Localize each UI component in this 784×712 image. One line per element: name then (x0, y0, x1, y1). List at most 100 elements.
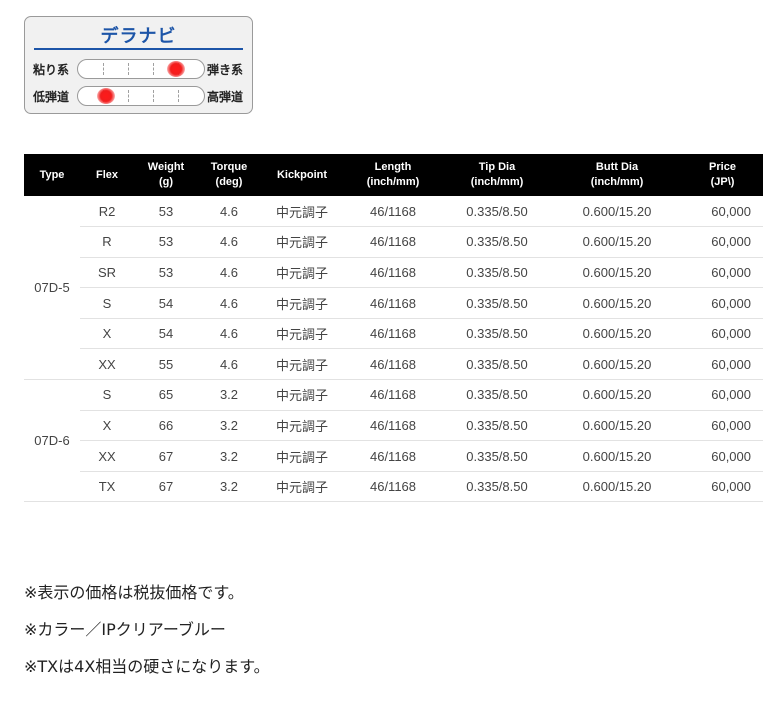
scale-tick (128, 63, 129, 75)
butt-dia-cell: 0.600/15.20 (552, 287, 682, 319)
kickpoint-cell: 中元調子 (260, 379, 344, 411)
table-row: 07D-6 S 65 3.2 中元調子 46/1168 0.335/8.50 0.600/15… (24, 379, 763, 503)
weight-cell: 54 (134, 287, 198, 319)
flex-cell: XX (80, 440, 134, 472)
type-cell: 07D-5 (24, 196, 80, 381)
trajectory-scale-row: 低弾道 高弾道 (25, 85, 252, 107)
torque-cell: 3.2 (198, 410, 260, 442)
trajectory-scale-right-label: 高弾道 (207, 90, 244, 104)
derenavi-divider (34, 48, 243, 50)
length-cell: 46/1168 (344, 196, 442, 228)
kickpoint-cell: 中元調子 (260, 318, 344, 350)
weight-cell: 65 (134, 379, 198, 411)
scale-tick (153, 63, 154, 75)
scale-tick (128, 90, 129, 102)
flex-cell: S (80, 287, 134, 319)
note-color: ※カラー／IPクリアーブルー (24, 620, 226, 639)
header-tip-dia: Tip Dia (inch/mm) (442, 154, 552, 196)
price-cell: 60,000 (682, 440, 763, 472)
header-length-line: (inch/mm) (366, 176, 420, 188)
header-weight-line: (g) (158, 176, 174, 188)
header-tip-dia-line: Tip Dia (478, 161, 516, 173)
header-butt-dia: Butt Dia (inch/mm) (552, 154, 682, 196)
butt-dia-cell: 0.600/15.20 (552, 226, 682, 258)
kickpoint-cell: 中元調子 (260, 226, 344, 258)
length-cell: 46/1168 (344, 379, 442, 411)
tip-dia-cell: 0.335/8.50 (442, 226, 552, 258)
price-cell: 60,000 (682, 257, 763, 289)
tip-dia-cell: 0.335/8.50 (442, 318, 552, 350)
header-price-line: Price (709, 161, 736, 173)
feel-scale-right-label: 弾き系 (207, 63, 244, 77)
weight-cell: 55 (134, 348, 198, 381)
header-torque: Torque (deg) (198, 154, 260, 196)
butt-dia-cell: 0.600/15.20 (552, 318, 682, 350)
weight-cell: 53 (134, 196, 198, 228)
price-cell: 60,000 (682, 379, 763, 411)
table-row: X 54 4.6 中元調子 46/1168 0.335/8.50 0.600/15.20 60… (24, 318, 763, 350)
weight-cell: 67 (134, 471, 198, 503)
weight-cell: 53 (134, 226, 198, 258)
header-weight: Weight (g) (134, 154, 198, 196)
scale-tick (103, 63, 104, 75)
scale-tick (178, 90, 179, 102)
torque-cell: 4.6 (198, 348, 260, 381)
length-cell: 46/1168 (344, 226, 442, 258)
table-row: X 66 3.2 中元調子 46/1168 0.335/8.50 0.600/15.20 60… (24, 410, 763, 442)
weight-cell: 53 (134, 257, 198, 289)
feel-scale-track (77, 59, 205, 79)
scale-tick (153, 90, 154, 102)
butt-dia-cell: 0.600/15.20 (552, 379, 682, 411)
notes: ※表示の価格は税抜価格です。 ※カラー／IPクリアーブルー ※TXは4X相当の硬… (24, 582, 270, 693)
torque-cell: 4.6 (198, 196, 260, 228)
table-row: XX 67 3.2 中元調子 46/1168 0.335/8.50 0.600/15.20 6… (24, 440, 763, 472)
spec-table: Type Flex Weight (g) Torque (deg) Kickpoint Len… (24, 154, 763, 503)
torque-cell: 4.6 (198, 287, 260, 319)
header-butt-dia-line: (inch/mm) (590, 176, 644, 188)
butt-dia-cell: 0.600/15.20 (552, 348, 682, 381)
header-length-line: Length (374, 161, 412, 173)
spec-table-header: Type Flex Weight (g) Torque (deg) Kickpoint Len… (24, 154, 763, 196)
note-tx-stiffness: ※TXは4X相当の硬さになります。 (24, 657, 270, 676)
tip-dia-cell: 0.335/8.50 (442, 410, 552, 442)
flex-cell: X (80, 410, 134, 442)
header-torque-line: Torque (210, 161, 248, 173)
spec-table-body: 07D-5 R2 53 4.6 中元調子 46/1168 0.335/8.50 0.600/1… (24, 196, 763, 503)
price-cell: 60,000 (682, 226, 763, 258)
flex-cell: XX (80, 348, 134, 381)
trajectory-scale-indicator-dot (97, 88, 115, 104)
tip-dia-cell: 0.335/8.50 (442, 287, 552, 319)
kickpoint-cell: 中元調子 (260, 440, 344, 472)
tip-dia-cell: 0.335/8.50 (442, 440, 552, 472)
kickpoint-cell: 中元調子 (260, 471, 344, 503)
header-torque-line: (deg) (215, 176, 243, 188)
trajectory-scale-track (77, 86, 205, 106)
butt-dia-cell: 0.600/15.20 (552, 410, 682, 442)
length-cell: 46/1168 (344, 471, 442, 503)
length-cell: 46/1168 (344, 410, 442, 442)
table-row: 07D-5 R2 53 4.6 中元調子 46/1168 0.335/8.50 0.600/1… (24, 196, 763, 381)
kickpoint-cell: 中元調子 (260, 348, 344, 381)
butt-dia-cell: 0.600/15.20 (552, 257, 682, 289)
flex-cell: SR (80, 257, 134, 289)
length-cell: 46/1168 (344, 257, 442, 289)
flex-cell: X (80, 318, 134, 350)
price-cell: 60,000 (682, 196, 763, 228)
tip-dia-cell: 0.335/8.50 (442, 471, 552, 503)
tip-dia-cell: 0.335/8.50 (442, 196, 552, 228)
length-cell: 46/1168 (344, 318, 442, 350)
tip-dia-cell: 0.335/8.50 (442, 257, 552, 289)
length-cell: 46/1168 (344, 287, 442, 319)
tip-dia-cell: 0.335/8.50 (442, 348, 552, 381)
butt-dia-cell: 0.600/15.20 (552, 196, 682, 228)
table-row: SR 53 4.6 中元調子 46/1168 0.335/8.50 0.600/15.20 6… (24, 257, 763, 289)
header-kickpoint: Kickpoint (260, 154, 344, 196)
header-type-line: Type (39, 168, 65, 181)
header-tip-dia-line: (inch/mm) (470, 176, 524, 188)
kickpoint-cell: 中元調子 (260, 287, 344, 319)
length-cell: 46/1168 (344, 348, 442, 381)
header-length: Length (inch/mm) (344, 154, 442, 196)
kickpoint-cell: 中元調子 (260, 410, 344, 442)
flex-cell: R (80, 226, 134, 258)
header-row: Type Flex Weight (g) Torque (deg) Kickpoint Len… (24, 154, 763, 196)
